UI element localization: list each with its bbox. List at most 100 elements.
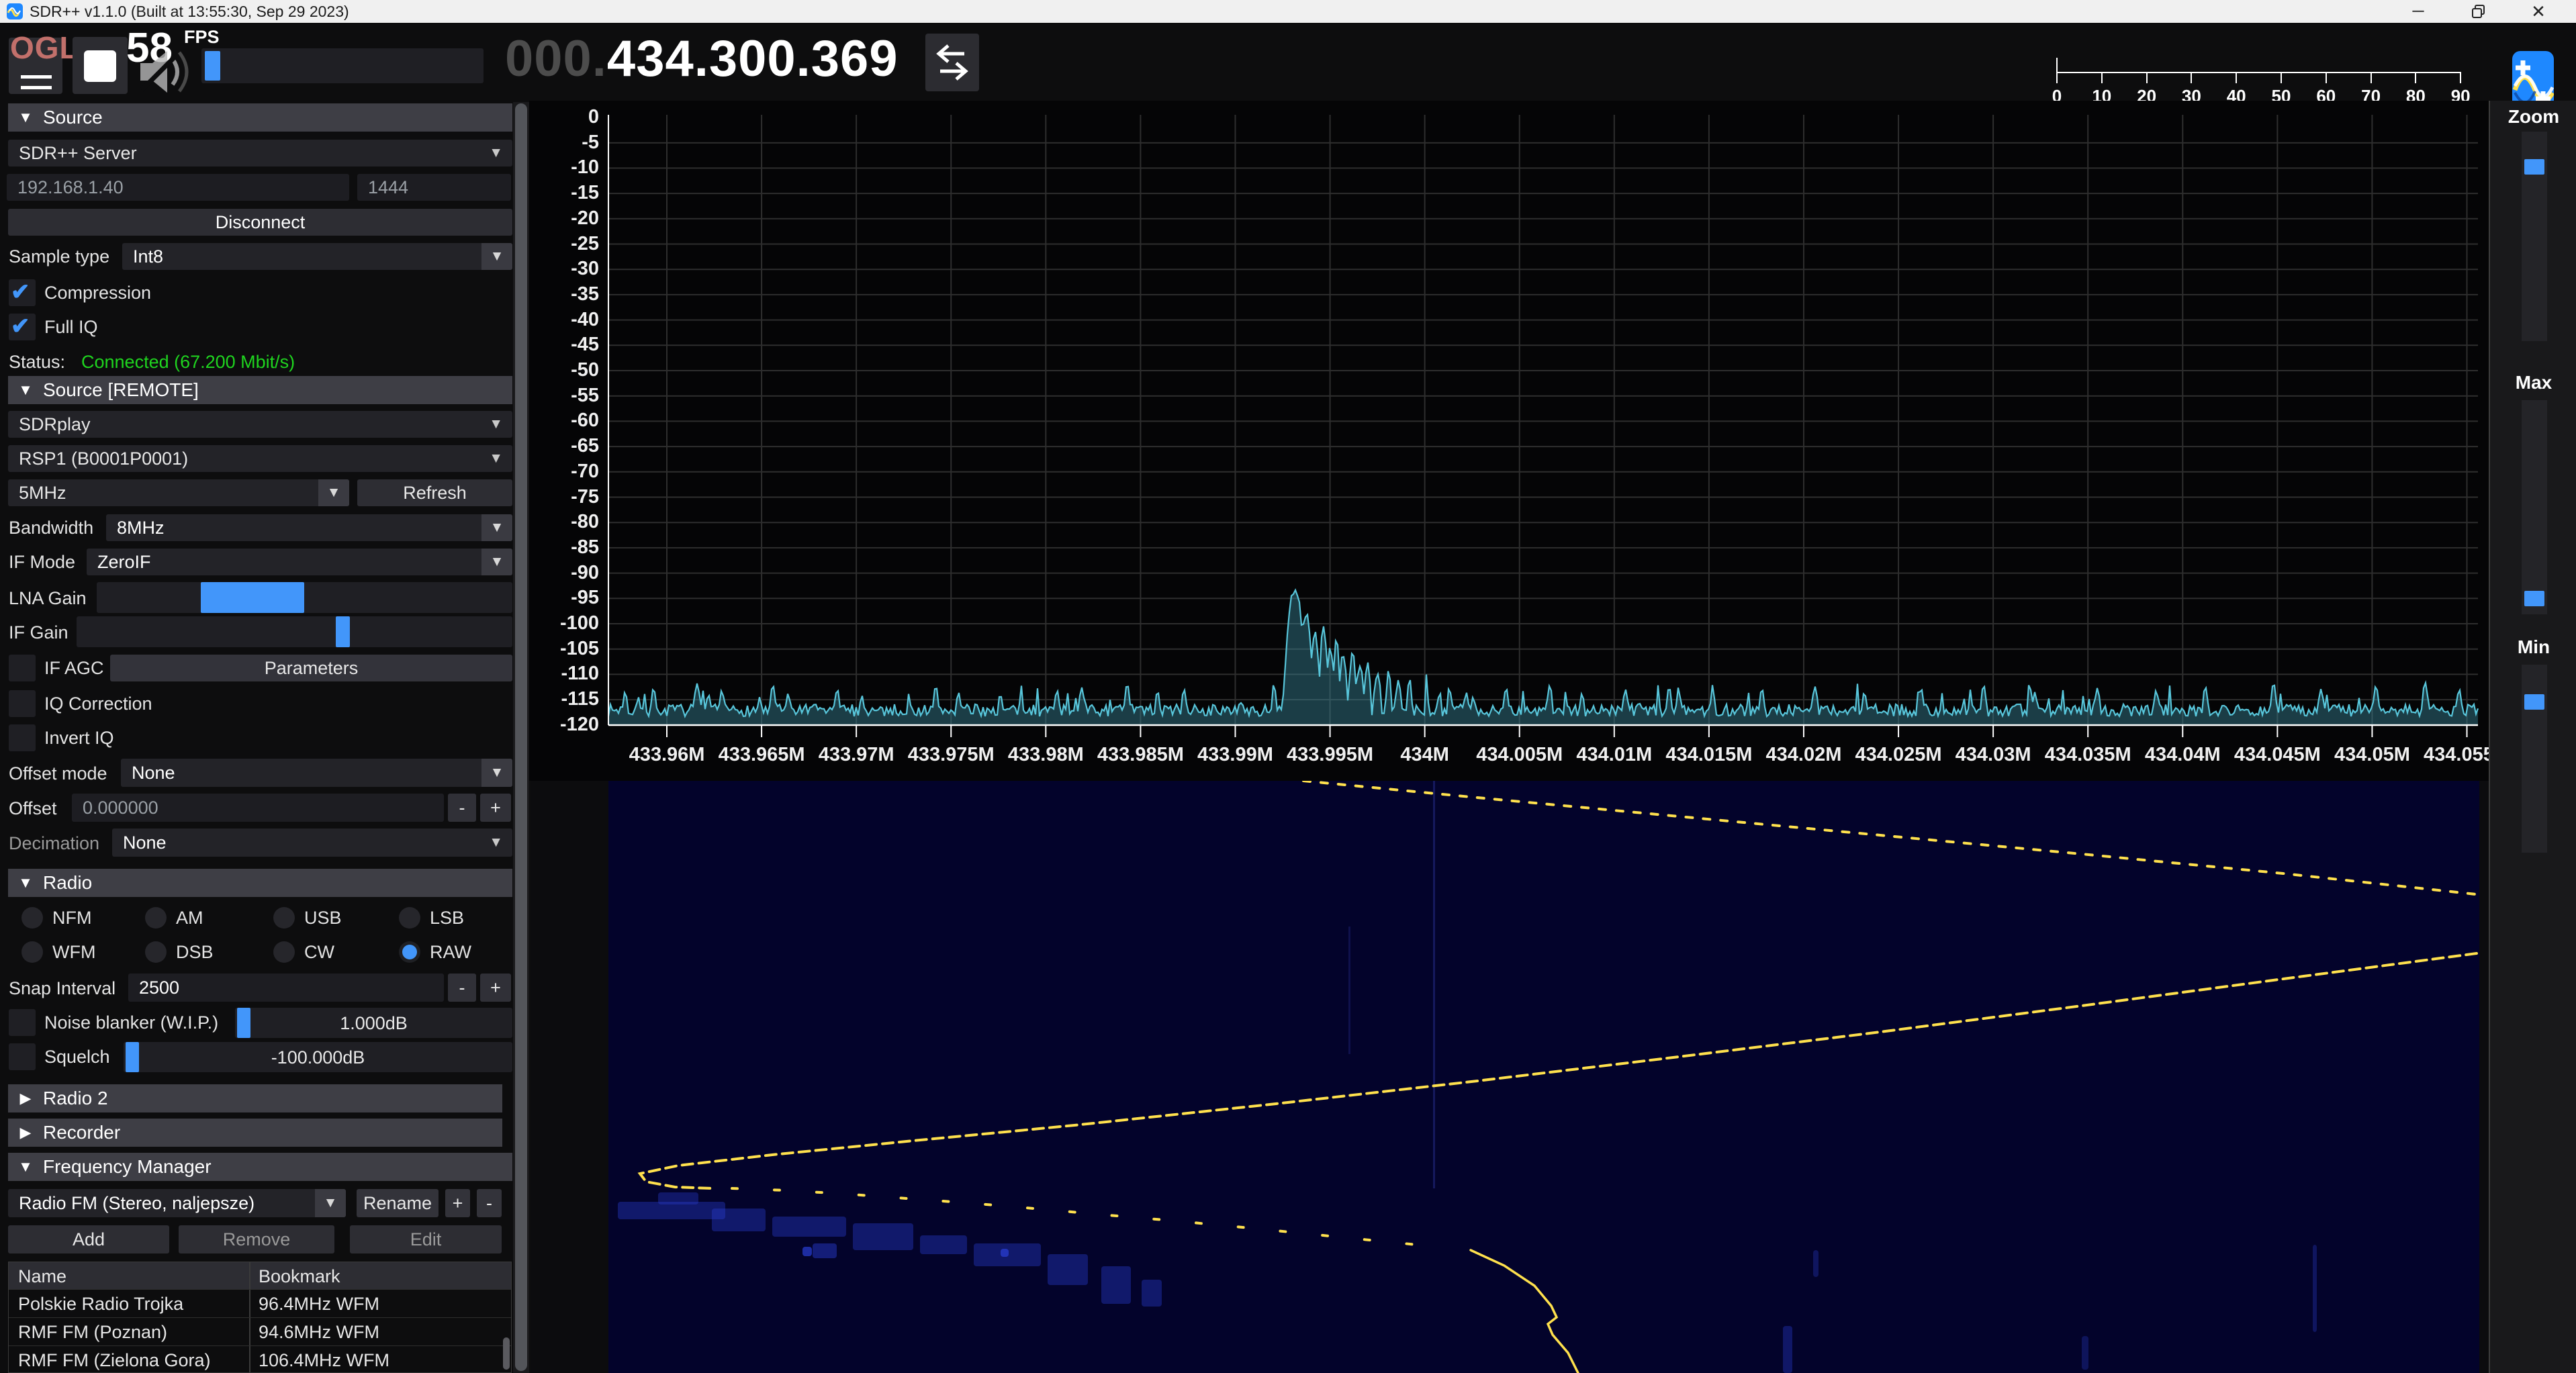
radio-mode-AM[interactable] [145,907,167,929]
remote-driver-select[interactable]: SDRplay▼ [8,411,512,438]
column-header-name[interactable]: Name [18,1266,66,1287]
samplerate-select[interactable]: 5MHz ▼ [8,479,349,506]
offset-mode-label: Offset mode [9,760,107,787]
add-list-button[interactable]: + [445,1189,470,1217]
app-icon [7,3,23,19]
host-input[interactable]: 192.168.1.40 [7,174,349,201]
max-slider-handle[interactable] [2524,591,2544,606]
panel-header-radio2[interactable]: ▶Radio 2 [8,1084,502,1112]
frequency-main-digits: 434.300.369 [607,30,899,87]
table-row[interactable]: RMF FM (Poznan)94.6MHz WFM [9,1317,512,1346]
volume-muted-icon[interactable] [136,47,191,97]
column-header-bookmark[interactable]: Bookmark [259,1266,340,1287]
offset-input[interactable]: 0.000000 [72,794,444,822]
bookmark-list-select[interactable]: Radio FM (Stereo, naljepsze) ▼ [8,1189,346,1217]
compression-checkbox[interactable]: ✔ [9,279,36,306]
bandwidth-select[interactable]: 8MHz ▼ [106,514,512,541]
min-slider-handle[interactable] [2524,694,2544,710]
db-axis-label: -15 [529,182,599,204]
min-slider[interactable] [2522,665,2547,853]
noise-blanker-checkbox[interactable] [9,1009,36,1036]
port-input[interactable]: 1444 [357,174,511,201]
radio-mode-label: DSB [176,939,214,965]
radio-mode-LSB[interactable] [399,907,420,929]
invert-iq-checkbox[interactable] [9,724,36,751]
db-axis-label: -20 [529,207,599,230]
if-mode-select[interactable]: ZeroIF ▼ [87,549,512,575]
zoom-slider-handle[interactable] [2524,159,2544,175]
panel-header-source-remote[interactable]: ▼Source [REMOTE] [8,376,512,404]
offset-increment-button[interactable]: + [480,794,511,822]
refresh-button[interactable]: Refresh [357,479,512,506]
lna-gain-handle[interactable] [201,582,304,613]
status-label: Status: [9,348,65,375]
source-select[interactable]: SDR++ Server▼ [8,140,512,167]
bookmark-table-header: Name Bookmark [9,1262,511,1289]
snap-interval-input[interactable]: 2500 [128,974,444,1002]
max-slider[interactable] [2522,400,2547,614]
squelch-slider[interactable]: -100.000dB [124,1042,512,1072]
chevron-down-icon: ▼ [318,479,349,506]
sidebar-scrollbar-thumb[interactable] [515,103,527,1371]
add-bookmark-button[interactable]: Add [8,1225,169,1253]
radio-mode-USB[interactable] [273,907,295,929]
rename-list-button[interactable]: Rename [357,1189,439,1217]
menu-button[interactable]: OGL [9,38,62,94]
if-agc-checkbox[interactable] [9,655,36,681]
remote-device-select[interactable]: RSP1 (B0001P0001)▼ [8,445,512,472]
iq-correction-checkbox[interactable] [9,690,36,717]
panel-header-radio[interactable]: ▼Radio [8,869,512,897]
radio-mode-NFM[interactable] [21,907,43,929]
squelch-value: -100.000dB [124,1047,512,1068]
table-row[interactable]: Polskie Radio Trojka96.4MHz WFM [9,1289,512,1318]
panel-header-frequency-manager[interactable]: ▼Frequency Manager [8,1153,512,1181]
sidebar-scrollbar-track[interactable] [513,102,529,1373]
radio-mode-RAW[interactable] [399,941,420,963]
edit-bookmark-button[interactable]: Edit [350,1225,502,1253]
zoom-slider[interactable] [2522,132,2547,341]
min-label: Min [2490,636,2576,658]
fft-spectrum-display[interactable]: 0-5-10-15-20-25-30-35-40-45-50-55-60-65-… [529,101,2489,781]
stop-icon [84,50,116,82]
bookmark-name: RMF FM (Zielona Gora) [18,1350,211,1371]
bookmark-name: Polskie Radio Trojka [18,1294,183,1315]
remove-list-button[interactable]: - [477,1189,502,1217]
table-row[interactable]: RMF FM (Zielona Gora)106.4MHz WFM [9,1345,512,1373]
disconnect-button[interactable]: Disconnect [8,209,512,236]
radio-mode-label: AM [176,904,203,931]
module-sidebar: ▼Source SDR++ Server▼ 192.168.1.40 1444 … [0,101,531,1373]
snap-increment-button[interactable]: + [480,974,511,1002]
bookmark-value: 94.6MHz WFM [259,1322,379,1343]
table-scrollbar[interactable] [503,1337,510,1370]
if-gain-slider[interactable] [77,616,512,647]
sample-type-select[interactable]: Int8 ▼ [122,243,512,270]
noise-blanker-slider[interactable]: 1.000dB [235,1008,512,1038]
squelch-checkbox[interactable] [9,1043,36,1070]
if-gain-handle[interactable] [336,616,350,647]
offset-decrement-button[interactable]: - [448,794,476,822]
snap-decrement-button[interactable]: - [448,974,476,1002]
offset-mode-select[interactable]: None ▼ [121,759,512,787]
frequency-display[interactable]: 000.434.300.369 [505,30,899,88]
volume-slider[interactable] [201,48,484,83]
panel-header-recorder[interactable]: ▶Recorder [8,1119,502,1147]
close-button[interactable]: ✕ [2501,0,2576,23]
radio-mode-WFM[interactable] [21,941,43,963]
remove-bookmark-button[interactable]: Remove [179,1225,334,1253]
iq-correction-label: IQ Correction [44,690,152,717]
opengl-badge: OGL [10,30,79,66]
radio-mode-DSB[interactable] [145,941,167,963]
db-axis-label: -115 [529,688,599,710]
lna-gain-slider[interactable] [97,582,512,613]
db-axis-label: -80 [529,511,599,533]
waterfall-display[interactable] [608,781,2479,1373]
volume-slider-handle[interactable] [205,51,220,81]
panel-header-source[interactable]: ▼Source [8,103,512,132]
full-iq-checkbox[interactable]: ✔ [9,314,36,340]
radio-mode-CW[interactable] [273,941,295,963]
vfo-swap-button[interactable] [925,34,979,91]
parameters-button[interactable]: Parameters [110,655,512,681]
stop-button[interactable] [73,37,128,94]
decimation-select[interactable]: None ▼ [112,828,512,857]
db-axis-label: -50 [529,359,599,381]
